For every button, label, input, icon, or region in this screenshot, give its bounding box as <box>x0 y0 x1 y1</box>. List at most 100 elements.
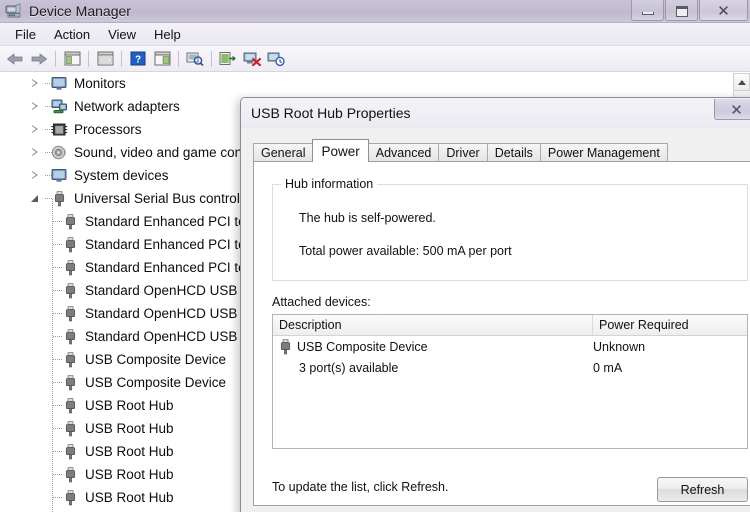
close-icon: ✕ <box>717 3 730 20</box>
main-window-titlebar: Device Manager ✕ <box>0 0 750 23</box>
tab-driver[interactable]: Driver <box>438 143 488 162</box>
refresh-button[interactable]: Refresh <box>657 477 748 502</box>
tab-details[interactable]: Details <box>486 143 541 162</box>
scroll-up-button[interactable] <box>733 73 750 91</box>
attached-devices-header: Description Power Required <box>273 315 747 336</box>
cell-description: USB Composite Device <box>273 338 593 355</box>
toolbar-separator <box>55 50 56 67</box>
dialog-close-button[interactable]: ✕ <box>714 99 750 120</box>
properties-icon[interactable] <box>94 48 116 70</box>
device-manager-screen: Device Manager ✕ File Action View Help ?… <box>0 0 750 512</box>
row-description-text: USB Composite Device <box>297 339 428 354</box>
usb-icon <box>60 350 80 370</box>
tree-item-label: USB Root Hub <box>85 398 174 413</box>
uninstall-device-icon[interactable] <box>241 48 263 70</box>
toolbar-separator <box>88 50 89 67</box>
maximize-icon <box>675 6 688 17</box>
power-tab-page: Hub information The hub is self-powered.… <box>253 161 750 506</box>
tree-item-monitors[interactable]: Monitors <box>0 72 750 95</box>
tab-power-management[interactable]: Power Management <box>539 143 668 162</box>
usb-icon <box>60 488 80 508</box>
close-icon: ✕ <box>730 102 743 119</box>
usb-icon <box>60 373 80 393</box>
usb-icon <box>60 327 80 347</box>
dialog-body: General Power Advanced Driver Details Po… <box>241 128 750 512</box>
total-power-available-text: Total power available: 500 mA per port <box>299 244 512 258</box>
tree-item-label: USB Root Hub <box>85 444 174 459</box>
tree-item-label: Monitors <box>74 76 126 91</box>
chevron-right-icon[interactable] <box>28 95 44 118</box>
hub-information-group: Hub information The hub is self-powered.… <box>272 177 748 281</box>
main-window-title: Device Manager <box>29 3 131 19</box>
usb-icon <box>60 258 80 278</box>
dialog-titlebar: USB Root Hub Properties ✕ <box>241 98 750 128</box>
tree-item-label: Processors <box>74 122 142 137</box>
maximize-button[interactable] <box>665 0 698 21</box>
menu-item-action[interactable]: Action <box>45 25 99 44</box>
dialog-tabstrip: General Power Advanced Driver Details Po… <box>253 139 750 162</box>
tab-advanced[interactable]: Advanced <box>367 143 440 162</box>
tree-item-label: USB Root Hub <box>85 421 174 436</box>
back-icon[interactable] <box>4 48 26 70</box>
table-row[interactable]: 3 port(s) available 0 mA <box>273 357 747 378</box>
close-button[interactable]: ✕ <box>699 0 748 21</box>
chevron-right-icon[interactable] <box>28 141 44 164</box>
tree-item-label: USB Composite Device <box>85 375 227 390</box>
tab-general[interactable]: General <box>253 143 314 162</box>
usb-icon <box>49 189 69 209</box>
chevron-right-icon[interactable] <box>28 72 44 95</box>
chevron-right-icon[interactable] <box>28 164 44 187</box>
menu-item-help[interactable]: Help <box>145 25 190 44</box>
minimize-icon <box>641 12 654 15</box>
usb-icon <box>60 212 80 232</box>
toolbar-separator <box>211 50 212 67</box>
processor-icon <box>49 120 69 140</box>
window-controls: ✕ <box>630 0 748 21</box>
svg-text:?: ? <box>135 55 141 66</box>
disable-device-icon[interactable] <box>265 48 287 70</box>
usb-root-hub-properties-dialog: USB Root Hub Properties ✕ General Power … <box>240 97 750 512</box>
usb-icon <box>60 304 80 324</box>
menu-item-view[interactable]: View <box>99 25 145 44</box>
hub-information-legend: Hub information <box>281 177 378 191</box>
cell-power-required: 0 mA <box>593 360 623 375</box>
menu-item-file[interactable]: File <box>6 25 45 44</box>
monitor-icon <box>49 74 69 94</box>
minimize-button[interactable] <box>631 0 664 21</box>
toolbar-separator <box>178 50 179 67</box>
update-driver-icon[interactable] <box>217 48 239 70</box>
usb-icon <box>60 419 80 439</box>
usb-icon <box>60 442 80 462</box>
hub-self-powered-text: The hub is self-powered. <box>299 211 436 225</box>
cell-description: 3 port(s) available <box>299 360 399 375</box>
toolbar-separator <box>121 50 122 67</box>
usb-icon <box>60 281 80 301</box>
chevron-right-icon[interactable] <box>28 118 44 141</box>
column-header-power-required[interactable]: Power Required <box>593 315 747 335</box>
tree-item-label: Network adapters <box>74 99 180 114</box>
device-manager-icon <box>5 3 23 19</box>
usb-icon <box>60 465 80 485</box>
table-row[interactable]: USB Composite Device Unknown <box>273 336 747 357</box>
menubar: File Action View Help <box>0 23 750 46</box>
tab-power[interactable]: Power <box>312 139 369 162</box>
forward-icon[interactable] <box>28 48 50 70</box>
attached-devices-label: Attached devices: <box>272 295 371 309</box>
tree-item-label: USB Root Hub <box>85 467 174 482</box>
view-icon[interactable] <box>151 48 173 70</box>
system-device-icon <box>49 166 69 186</box>
tree-item-label: System devices <box>74 168 169 183</box>
show-hide-console-tree-icon[interactable] <box>61 48 83 70</box>
column-header-description[interactable]: Description <box>273 315 593 335</box>
dialog-title: USB Root Hub Properties <box>251 105 411 121</box>
scan-for-hardware-changes-icon[interactable] <box>184 48 206 70</box>
sound-icon <box>49 143 69 163</box>
help-icon[interactable]: ? <box>127 48 149 70</box>
usb-icon <box>279 338 292 355</box>
refresh-hint-text: To update the list, click Refresh. <box>272 480 449 494</box>
attached-devices-list[interactable]: Description Power Required USB Composite… <box>272 314 748 449</box>
cell-power-required: Unknown <box>593 339 646 354</box>
usb-icon <box>60 235 80 255</box>
network-adapter-icon <box>49 97 69 117</box>
chevron-down-icon[interactable] <box>28 187 44 210</box>
